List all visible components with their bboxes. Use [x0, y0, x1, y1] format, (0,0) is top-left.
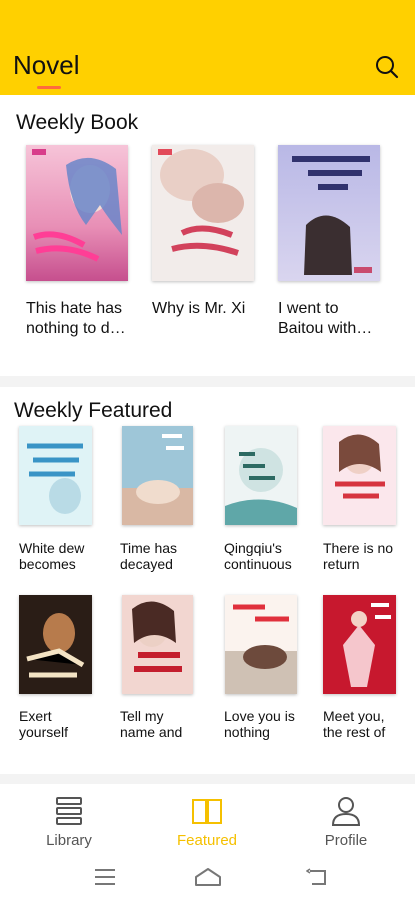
book-cover[interactable]	[19, 426, 92, 525]
book-cover[interactable]	[323, 595, 396, 694]
search-button[interactable]	[370, 50, 404, 84]
book-title[interactable]: Exert yourself	[19, 708, 101, 740]
book-cover[interactable]	[122, 595, 193, 694]
title-underline	[37, 86, 61, 89]
back-icon	[306, 868, 326, 885]
book-title[interactable]: Tell my name and	[120, 708, 202, 740]
system-menu-button[interactable]	[85, 864, 125, 890]
nav-item-featured[interactable]: Featured	[138, 784, 276, 854]
weekly-book-section: Weekly Book This hate has nothing to do …	[0, 95, 415, 376]
book-cover[interactable]	[225, 426, 297, 525]
book-title[interactable]: There is no return	[323, 540, 405, 572]
system-home-button[interactable]	[188, 864, 228, 890]
profile-icon	[331, 797, 361, 826]
nav-item-profile[interactable]: Profile	[277, 784, 415, 854]
library-icon	[56, 797, 82, 825]
book-open-icon	[192, 799, 222, 824]
book-cover[interactable]	[26, 145, 128, 281]
menu-icon	[95, 869, 115, 885]
home-icon	[195, 868, 221, 886]
book-title[interactable]: Why is Mr. Xi	[152, 299, 256, 319]
book-title[interactable]: Meet you, the rest of	[323, 708, 405, 740]
book-cover[interactable]	[225, 595, 297, 694]
section-title-weekly-featured: Weekly Featured	[14, 399, 173, 422]
section-title-weekly-book: Weekly Book	[16, 111, 139, 134]
book-title[interactable]: Love you is nothing	[224, 708, 306, 740]
bottom-navigation: Library Featured Profile	[0, 784, 415, 854]
system-back-button[interactable]	[297, 864, 337, 890]
book-cover[interactable]	[323, 426, 396, 525]
nav-item-library[interactable]: Library	[0, 784, 138, 854]
weekly-featured-section: Weekly Featured White dew becomes Time h…	[0, 387, 415, 774]
book-title[interactable]: Time has decayed	[120, 540, 202, 572]
top-app-bar: Novel	[0, 0, 415, 95]
nav-label-featured: Featured	[176, 832, 238, 849]
book-cover[interactable]	[122, 426, 193, 525]
book-title[interactable]: White dew becomes	[19, 540, 101, 572]
book-title[interactable]: I went to Baitou with you	[278, 299, 382, 339]
app-title: Novel	[13, 50, 80, 80]
book-cover[interactable]	[152, 145, 254, 281]
book-cover[interactable]	[19, 595, 92, 694]
search-icon	[376, 56, 399, 79]
nav-label-profile: Profile	[324, 832, 368, 849]
book-title[interactable]: Qingqiu's continuous	[224, 540, 306, 572]
book-title[interactable]: This hate has nothing to do with the win…	[26, 299, 130, 339]
system-navigation-bar	[0, 854, 415, 900]
nav-label-library: Library	[46, 832, 92, 849]
book-cover[interactable]	[278, 145, 380, 281]
